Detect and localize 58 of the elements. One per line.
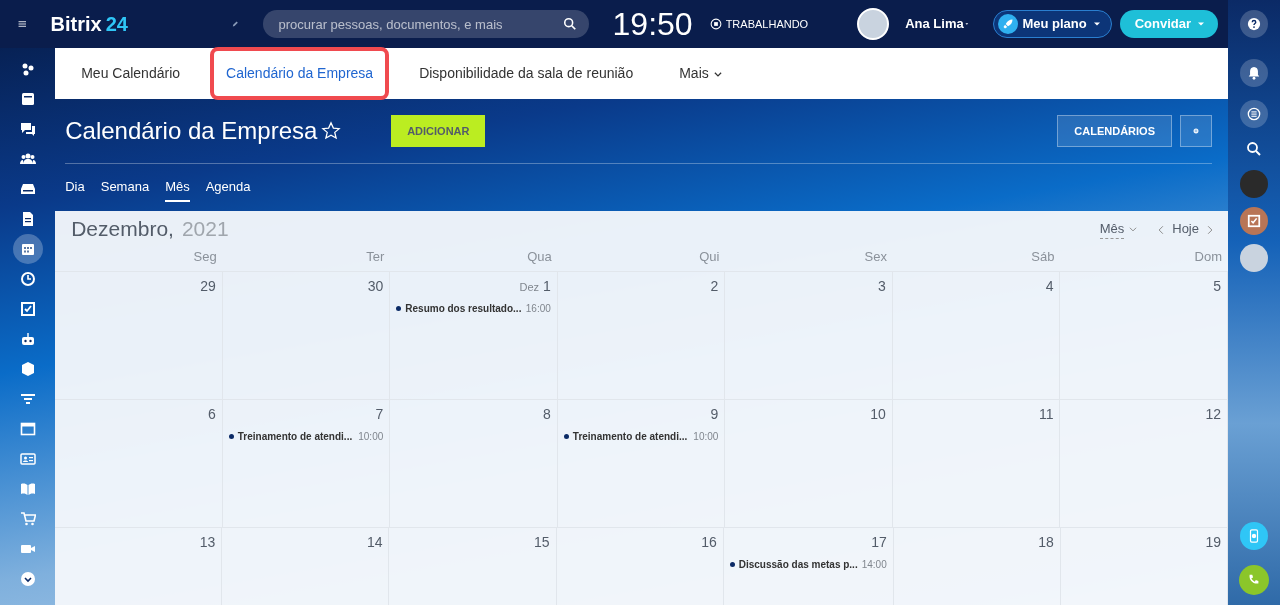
calendars-button[interactable]: CALENDÁRIOS bbox=[1057, 115, 1172, 147]
event-title[interactable]: Discussão das metas p... bbox=[738, 556, 858, 572]
day-number[interactable]: 8 bbox=[543, 403, 551, 425]
event-time: 10:00 bbox=[693, 429, 719, 444]
day-number[interactable]: 2 bbox=[710, 275, 719, 297]
work-status-button[interactable]: TRABALHANDO bbox=[708, 14, 810, 34]
day-number[interactable]: 3 bbox=[878, 275, 886, 297]
view-select[interactable]: Mês bbox=[1098, 217, 1140, 241]
event-time: 10:00 bbox=[358, 429, 384, 444]
logo-text[interactable]: Bitrix bbox=[50, 9, 102, 39]
day-number[interactable]: 17 bbox=[871, 531, 887, 553]
plan-button[interactable]: Meu plano bbox=[993, 10, 1112, 38]
view-tab[interactable]: Mês bbox=[165, 172, 190, 203]
logo-number[interactable]: 24 bbox=[105, 9, 128, 39]
tab[interactable]: Mais bbox=[663, 47, 739, 100]
month-label: Dez bbox=[519, 279, 540, 295]
weekday-label: Sex bbox=[864, 249, 887, 264]
day-number[interactable]: 13 bbox=[199, 531, 216, 553]
day-number[interactable]: 7 bbox=[375, 403, 384, 425]
tab[interactable]: Meu Calendário bbox=[65, 47, 197, 100]
event-title[interactable]: Resumo dos resultado... bbox=[405, 300, 522, 316]
day-number[interactable]: 30 bbox=[367, 275, 384, 297]
day-number[interactable]: 4 bbox=[1045, 275, 1054, 297]
weekday-label: Sáb bbox=[1031, 249, 1055, 264]
day-number[interactable]: 29 bbox=[200, 275, 216, 297]
event-time: 16:00 bbox=[525, 301, 551, 316]
day-number[interactable]: 15 bbox=[534, 531, 550, 553]
day-number[interactable]: 9 bbox=[710, 403, 719, 425]
day-number[interactable]: 14 bbox=[366, 531, 383, 553]
event-title[interactable]: Treinamento de atendi... bbox=[237, 428, 353, 444]
month-title: Dezembro, bbox=[71, 216, 174, 243]
day-number[interactable]: 1 bbox=[543, 275, 551, 297]
day-number[interactable]: 10 bbox=[870, 403, 886, 425]
view-tab[interactable]: Semana bbox=[100, 172, 150, 203]
day-number[interactable]: 16 bbox=[701, 531, 717, 553]
tab[interactable]: Disponibilidade da sala de reunião bbox=[403, 47, 650, 100]
weekday-label: Seg bbox=[193, 249, 217, 264]
event-time: 14:00 bbox=[861, 557, 887, 572]
day-number[interactable]: 18 bbox=[1038, 531, 1054, 553]
event-title[interactable]: Treinamento de atendi... bbox=[572, 428, 688, 444]
weekday-label: Dom bbox=[1194, 249, 1222, 264]
year-title: 2021 bbox=[181, 216, 229, 243]
day-number[interactable]: 11 bbox=[1038, 403, 1054, 425]
weekday-label: Ter bbox=[366, 249, 385, 264]
add-button[interactable]: ADICIONAR bbox=[391, 115, 486, 147]
view-tab[interactable]: Dia bbox=[65, 172, 85, 203]
day-number[interactable]: 19 bbox=[1205, 531, 1221, 553]
clock-text: 19:50 bbox=[612, 5, 693, 44]
weekday-label: Qua bbox=[527, 249, 552, 264]
today-button[interactable]: Hoje bbox=[1171, 218, 1200, 240]
day-number[interactable]: 5 bbox=[1213, 275, 1221, 297]
tab[interactable]: Calendário da Empresa bbox=[210, 47, 390, 100]
user-name[interactable]: Ana Lima bbox=[905, 14, 964, 34]
weekday-label: Qui bbox=[699, 249, 720, 264]
page-title: Calendário da Empresa bbox=[65, 116, 318, 146]
view-tab[interactable]: Agenda bbox=[205, 172, 251, 203]
day-number[interactable]: 6 bbox=[207, 403, 216, 425]
day-number[interactable]: 12 bbox=[1205, 403, 1221, 425]
